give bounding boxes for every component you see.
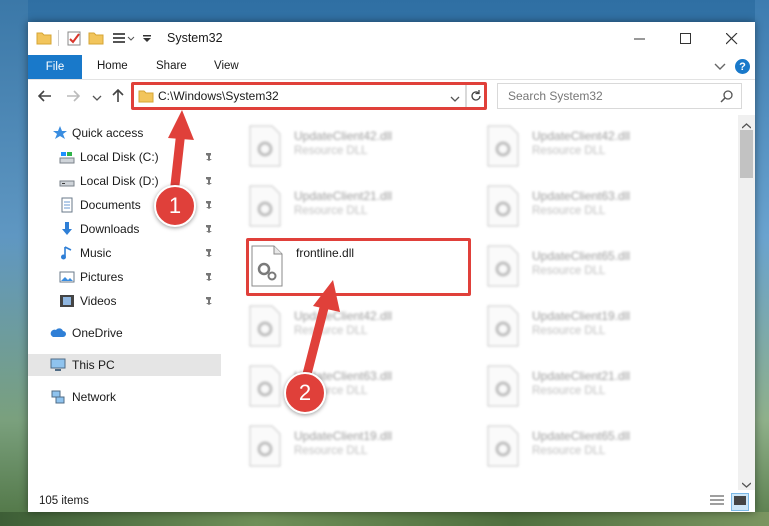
annotation-arrows — [168, 110, 340, 387]
step-2-badge: 2 — [284, 372, 326, 414]
step-1-badge: 1 — [154, 185, 196, 227]
desktop-background-bottom — [0, 512, 769, 526]
desktop-background-right — [755, 0, 769, 526]
explorer-window: System32 File Home Share View ? C:\Windo… — [28, 22, 755, 512]
desktop-background-left — [0, 0, 28, 526]
